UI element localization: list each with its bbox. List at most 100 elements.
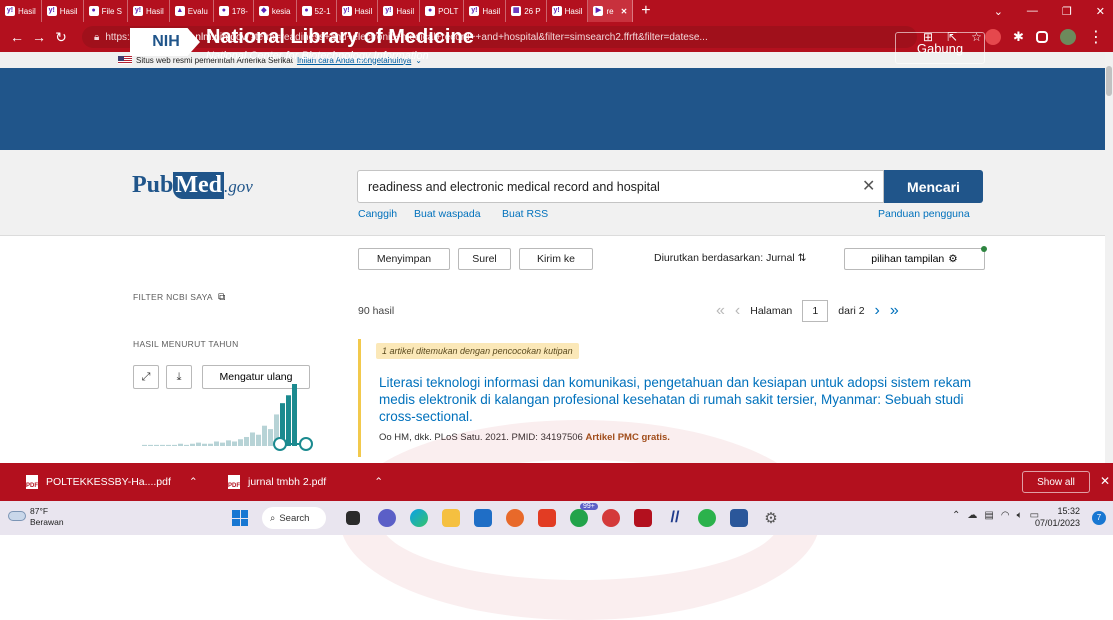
year-bar[interactable]: [244, 436, 249, 446]
last-page-icon[interactable]: »: [890, 302, 899, 320]
new-tab-icon[interactable]: +: [641, 2, 650, 20]
browser-tab[interactable]: ● 178-: [214, 0, 254, 22]
reload-icon[interactable]: ↻: [50, 29, 72, 46]
year-bar[interactable]: [214, 441, 219, 446]
sort-by[interactable]: Diurutkan berdasarkan: Jurnal ⇅: [654, 252, 806, 264]
create-rss-link[interactable]: Buat RSS: [502, 208, 548, 220]
prev-page-icon[interactable]: ‹: [735, 302, 740, 320]
year-bar[interactable]: [202, 443, 207, 446]
clock[interactable]: 15:32 07/01/2023: [1035, 505, 1080, 529]
year-bar[interactable]: [154, 444, 159, 446]
mail-icon[interactable]: [474, 509, 492, 527]
drive-icon[interactable]: ▤: [984, 510, 993, 521]
weather-widget[interactable]: 87°F Berawan: [30, 506, 64, 528]
back-icon[interactable]: ←: [6, 29, 28, 45]
year-bar[interactable]: [172, 444, 177, 446]
nlm-title[interactable]: National Library of Medicine: [206, 26, 474, 49]
year-bar[interactable]: [142, 444, 147, 446]
chevron-up-icon[interactable]: ⌃: [952, 510, 960, 521]
browser-tab[interactable]: y! Hasil: [337, 0, 379, 22]
notification-icon[interactable]: 7: [1092, 511, 1106, 525]
nih-logo[interactable]: NIH: [130, 28, 200, 56]
page-number-input[interactable]: 1: [802, 300, 829, 322]
search-input[interactable]: [368, 179, 838, 194]
year-bar[interactable]: [256, 434, 261, 446]
login-button[interactable]: Gabung: [895, 32, 985, 64]
puzzle-icon[interactable]: ✱: [1013, 29, 1024, 45]
settings-gear-icon[interactable]: ⚙: [762, 509, 780, 527]
year-bar[interactable]: [232, 441, 237, 446]
app-icon[interactable]: [634, 509, 652, 527]
search-button[interactable]: Mencari: [884, 170, 983, 203]
browser-tab[interactable]: y! Hasil: [547, 0, 589, 22]
tab-search-icon[interactable]: ⌄: [994, 5, 1003, 18]
year-bar[interactable]: [196, 442, 201, 446]
browser-tab[interactable]: y! Hasil: [0, 0, 42, 22]
my-ncbi-filters[interactable]: FILTER NCBI SAYA ⧉: [133, 292, 226, 303]
chat-icon[interactable]: [378, 509, 396, 527]
forward-icon[interactable]: →: [28, 29, 50, 45]
year-bar[interactable]: [184, 444, 189, 446]
year-bar[interactable]: [220, 442, 225, 446]
year-bar[interactable]: [268, 429, 273, 446]
year-bar[interactable]: [226, 440, 231, 446]
page-scrollbar[interactable]: [1105, 52, 1113, 463]
browser-tab[interactable]: y! Hasil: [42, 0, 84, 22]
create-alert-link[interactable]: Buat waspada: [414, 208, 481, 220]
browser-tab[interactable]: ◆ kesia: [254, 0, 297, 22]
scrollbar-thumb[interactable]: [1106, 66, 1112, 96]
year-range-handle[interactable]: [299, 437, 313, 451]
close-downloads-icon[interactable]: ✕: [1100, 474, 1110, 488]
year-range-handle[interactable]: [273, 437, 287, 451]
file-explorer-icon[interactable]: [442, 509, 460, 527]
edge-icon[interactable]: [410, 509, 428, 527]
minimize-icon[interactable]: —: [1027, 5, 1038, 17]
browser-tab-active[interactable]: ▶ re ✕: [588, 0, 634, 22]
close-tab-icon[interactable]: ✕: [621, 7, 628, 16]
year-bar[interactable]: [148, 444, 153, 446]
year-bar[interactable]: [262, 425, 267, 446]
first-page-icon[interactable]: «: [716, 302, 725, 320]
result-title-link[interactable]: Literasi teknologi informasi dan komunik…: [379, 374, 989, 425]
taskbar-search[interactable]: ⌕ Search: [262, 507, 326, 529]
sort-order-icon[interactable]: ⇅: [798, 252, 807, 264]
firefox-icon[interactable]: [506, 509, 524, 527]
word-icon[interactable]: [730, 509, 748, 527]
maximize-icon[interactable]: ❐: [1062, 5, 1072, 18]
send-to-button[interactable]: Kirim ke: [519, 248, 593, 270]
task-view-icon[interactable]: [346, 511, 360, 525]
browser-tab[interactable]: ● POLT: [420, 0, 465, 22]
year-bar[interactable]: [208, 443, 213, 446]
year-bar[interactable]: [166, 444, 171, 446]
download-item[interactable]: PDF jurnal tmbh 2.pdf ⌃: [228, 463, 383, 501]
next-page-icon[interactable]: ›: [875, 302, 880, 320]
save-button[interactable]: Menyimpan: [358, 248, 450, 270]
slash-app-icon[interactable]: //: [666, 509, 684, 527]
chrome-icon[interactable]: [698, 509, 716, 527]
office-icon[interactable]: [538, 509, 556, 527]
year-bar[interactable]: [286, 395, 291, 446]
year-bar[interactable]: [292, 384, 297, 446]
app-icon[interactable]: [602, 509, 620, 527]
browser-tab[interactable]: y! Hasil: [128, 0, 170, 22]
browser-tab[interactable]: y! Hasil: [464, 0, 507, 22]
menu-kebab-icon[interactable]: ⋮: [1088, 27, 1104, 47]
clear-search-icon[interactable]: ✕: [862, 176, 875, 196]
results-by-year-chart[interactable]: [140, 380, 320, 452]
show-all-downloads-button[interactable]: Show all: [1022, 471, 1090, 493]
year-bar[interactable]: [160, 444, 165, 446]
browser-tab[interactable]: ▲ Evalu: [170, 0, 214, 22]
advanced-search-link[interactable]: Canggih: [358, 208, 397, 220]
search-box[interactable]: [357, 170, 884, 203]
volume-icon[interactable]: 🔈︎: [1017, 510, 1023, 521]
download-item[interactable]: PDF POLTEKKESSBY-Ha....pdf ⌃: [26, 463, 198, 501]
windows-start-icon[interactable]: [232, 510, 248, 526]
extension-icon[interactable]: [985, 29, 1001, 45]
profile-avatar-icon[interactable]: [1059, 29, 1076, 45]
year-bar[interactable]: [250, 432, 255, 446]
browser-tab[interactable]: y! Hasil: [378, 0, 421, 22]
browser-tab[interactable]: ● 52-1: [297, 0, 337, 22]
user-guide-link[interactable]: Panduan pengguna: [878, 208, 970, 220]
year-bar[interactable]: [190, 443, 195, 446]
sidebar-icon[interactable]: [1035, 31, 1048, 43]
